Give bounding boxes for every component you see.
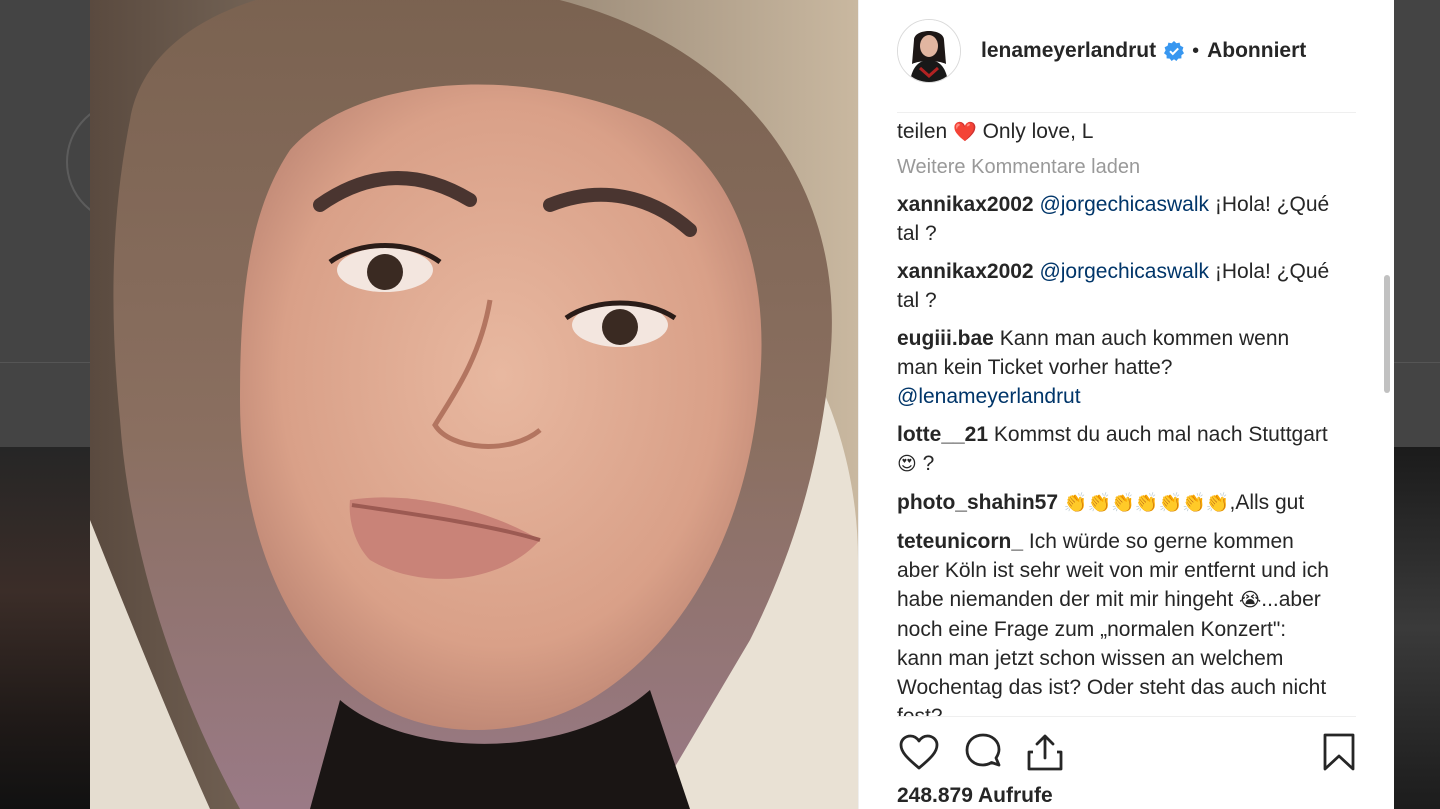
selfie-illustration xyxy=(90,0,858,809)
post-detail-panel: lenameyerlandrut • Abonniert teilen ❤️ O… xyxy=(858,0,1394,809)
comment-username[interactable]: lotte__21 xyxy=(897,423,988,446)
comment-text: Kommst du auch mal nach Stuttgart xyxy=(993,423,1328,446)
actions-divider xyxy=(897,716,1356,717)
heart-icon xyxy=(899,734,939,770)
comment-icon xyxy=(965,733,1001,767)
post-header: lenameyerlandrut • Abonniert xyxy=(897,18,1306,84)
comment-text: ,Alls gut xyxy=(1229,491,1305,514)
comments-scroll-area[interactable]: teilen ❤️ Only love, L Weitere Kommentar… xyxy=(897,112,1333,716)
caption-tail: teilen ❤️ Only love, L xyxy=(897,117,1333,147)
like-button[interactable] xyxy=(897,730,941,774)
comments-scrollbar[interactable] xyxy=(1384,275,1390,393)
avatar[interactable] xyxy=(897,19,961,83)
save-button[interactable] xyxy=(1317,730,1361,774)
comment-mention[interactable]: @jorgechicaswalk xyxy=(1039,193,1209,216)
comment-mention[interactable]: @jorgechicaswalk xyxy=(1039,260,1209,283)
background-post-thumbnail-left[interactable] xyxy=(0,447,92,809)
caption-text-start: teilen xyxy=(897,120,948,143)
header-separator-dot: • xyxy=(1192,39,1200,62)
bookmark-icon xyxy=(1323,733,1355,771)
load-more-comments-link[interactable]: Weitere Kommentare laden xyxy=(897,153,1333,182)
comment-item: teteunicorn_ Ich würde so gerne kommen a… xyxy=(897,527,1333,716)
crying-face-emoji: 😭 xyxy=(1239,589,1262,611)
comment-item: photo_shahin57 👏👏👏👏👏👏👏,Alls gut xyxy=(897,488,1333,518)
share-icon xyxy=(1027,734,1063,771)
comment-button[interactable] xyxy=(961,730,1005,774)
comment-item: eugiii.bae Kann man auch kommen wenn man… xyxy=(897,324,1333,411)
post-author-username[interactable]: lenameyerlandrut xyxy=(981,39,1156,63)
caption-text-end: Only love, L xyxy=(982,120,1094,143)
share-button[interactable] xyxy=(1023,730,1067,774)
post-actions-bar xyxy=(897,730,1356,774)
comment-username[interactable]: xannikax2002 xyxy=(897,193,1034,216)
heart-eyes-emoji: 😍 xyxy=(897,453,917,475)
comment-mention[interactable]: @lenameyerlandrut xyxy=(897,385,1081,408)
comment-username[interactable]: photo_shahin57 xyxy=(897,491,1058,514)
view-count: 248.879 Aufrufe xyxy=(897,784,1053,807)
post-media-photo[interactable] xyxy=(90,0,858,809)
comment-username[interactable]: xannikax2002 xyxy=(897,260,1034,283)
verified-badge-icon xyxy=(1164,41,1185,61)
comment-text-end: ? xyxy=(922,452,935,475)
comment-item: xannikax2002 @jorgechicaswalk ¡Hola! ¿Qu… xyxy=(897,190,1333,248)
background-post-thumbnail-right[interactable] xyxy=(1394,447,1440,809)
avatar-image xyxy=(898,20,960,82)
red-heart-emoji: ❤️ xyxy=(953,121,977,143)
comment-username[interactable]: eugiii.bae xyxy=(897,327,994,350)
following-status-button[interactable]: Abonniert xyxy=(1207,39,1306,63)
clapping-hands-emoji: 👏👏👏👏👏👏👏 xyxy=(1063,492,1230,514)
comment-username[interactable]: teteunicorn_ xyxy=(897,530,1023,553)
comment-item: lotte__21 Kommst du auch mal nach Stuttg… xyxy=(897,420,1333,479)
comment-item: xannikax2002 @jorgechicaswalk ¡Hola! ¿Qu… xyxy=(897,257,1333,315)
